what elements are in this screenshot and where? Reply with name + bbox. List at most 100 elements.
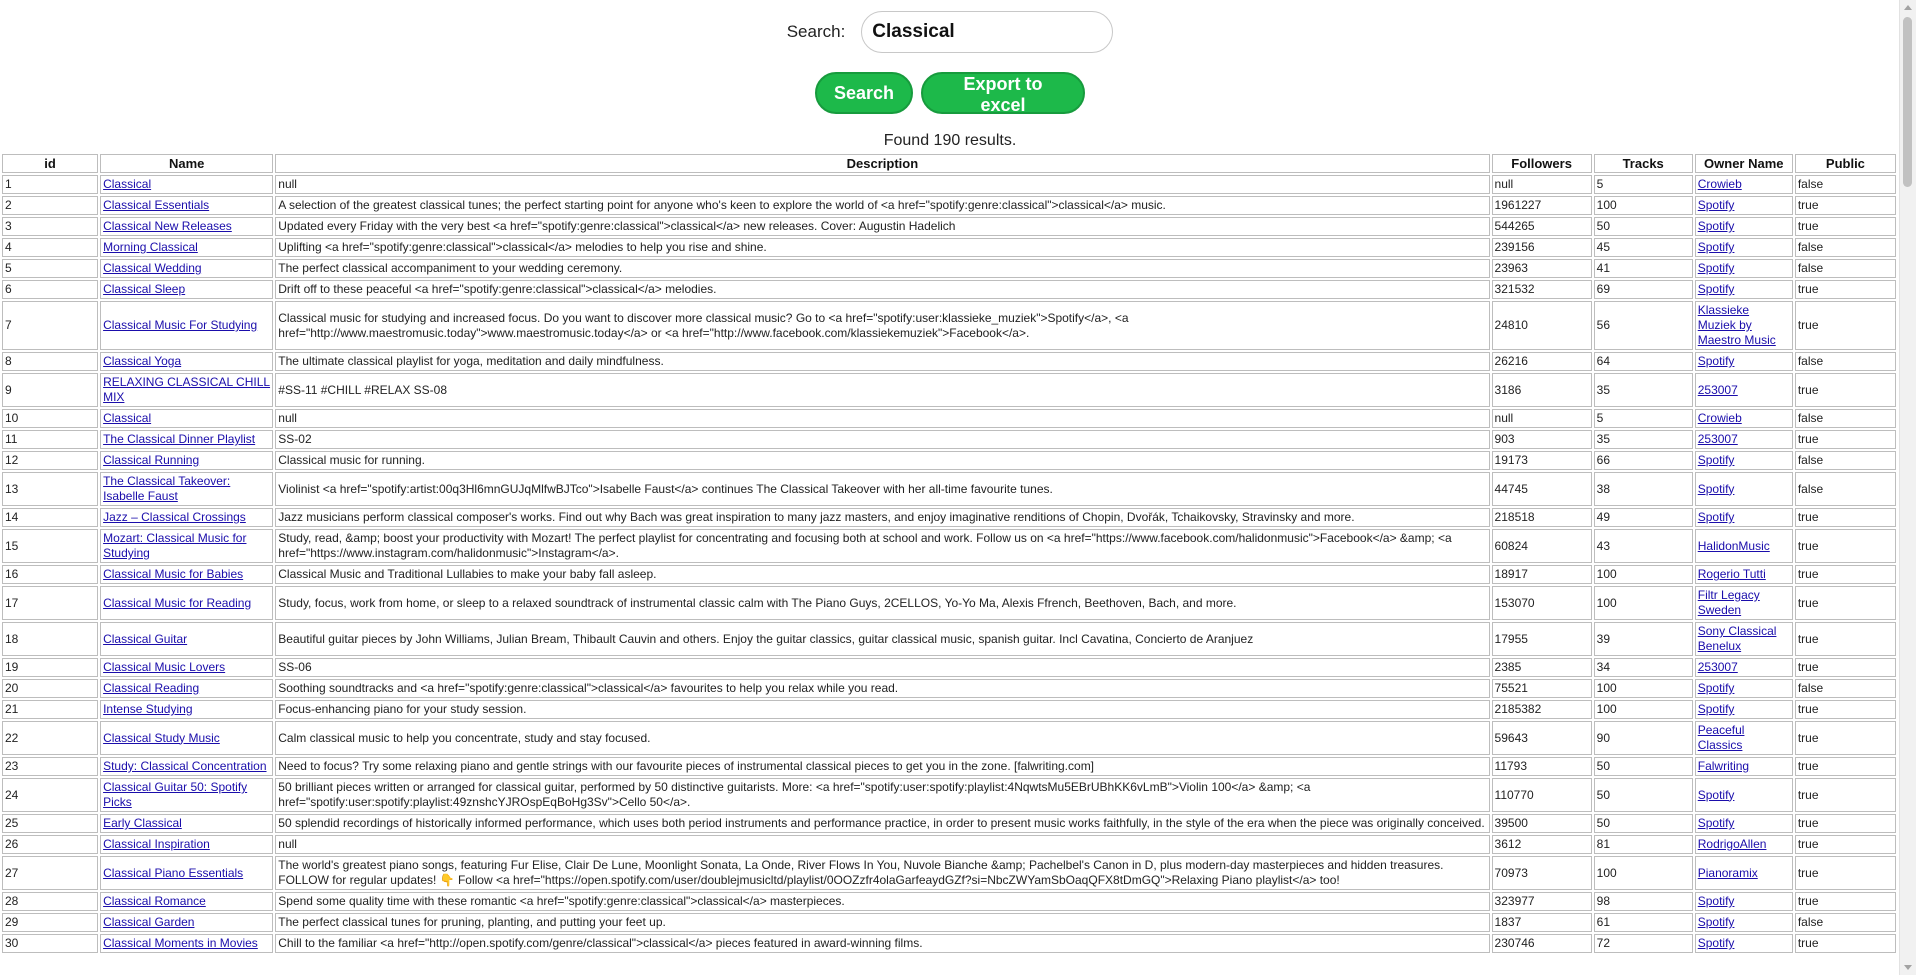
cell-id: 20 (2, 679, 99, 698)
owner-name-link[interactable]: Crowieb (1698, 177, 1742, 191)
owner-name-link[interactable]: Klassieke Muziek by Maestro Music (1698, 303, 1776, 347)
owner-name-link[interactable]: Filtr Legacy Sweden (1698, 588, 1760, 617)
playlist-name-link[interactable]: Classical Study Music (103, 731, 220, 745)
owner-name-link[interactable]: Spotify (1698, 681, 1735, 695)
playlist-name-link[interactable]: Study: Classical Concentration (103, 759, 266, 773)
cell-public: true (1794, 700, 1896, 719)
playlist-name-link[interactable]: Classical Wedding (103, 261, 202, 275)
table-row: 29 Classical Garden The perfect classical … (2, 913, 1896, 932)
playlist-name-link[interactable]: Classical Inspiration (103, 837, 210, 851)
cell-description: Study, focus, work from home, or sleep t… (275, 586, 1490, 620)
search-input[interactable] (861, 11, 1114, 53)
cell-id: 3 (2, 217, 99, 236)
playlist-name-link[interactable]: Classical New Releases (103, 219, 232, 233)
cell-tracks: 50 (1593, 217, 1693, 236)
search-bar: Search: (0, 11, 1900, 53)
cell-public: true (1794, 196, 1896, 215)
cell-name: RELAXING CLASSICAL CHILL MIX (100, 373, 274, 407)
owner-name-link[interactable]: Spotify (1698, 936, 1735, 950)
playlist-name-link[interactable]: Intense Studying (103, 702, 192, 716)
scroll-thumb[interactable] (1903, 17, 1912, 187)
owner-name-link[interactable]: Spotify (1698, 788, 1735, 802)
playlist-name-link[interactable]: Mozart: Classical Music for Studying (103, 531, 246, 560)
playlist-name-link[interactable]: RELAXING CLASSICAL CHILL MIX (103, 375, 270, 404)
owner-name-link[interactable]: 253007 (1698, 383, 1738, 397)
cell-name: Classical Wedding (100, 259, 274, 278)
header-followers[interactable]: Followers (1491, 154, 1592, 173)
owner-name-link[interactable]: Spotify (1698, 816, 1735, 830)
playlist-name-link[interactable]: Classical Garden (103, 915, 194, 929)
header-id[interactable]: id (2, 154, 99, 173)
playlist-name-link[interactable]: Morning Classical (103, 240, 198, 254)
cell-tracks: 35 (1593, 373, 1693, 407)
owner-name-link[interactable]: Rogerio Tutti (1698, 567, 1766, 581)
playlist-name-link[interactable]: Classical Essentials (103, 198, 209, 212)
owner-name-link[interactable]: Spotify (1698, 219, 1735, 233)
playlist-name-link[interactable]: Classical Running (103, 453, 199, 467)
playlist-name-link[interactable]: Classical Guitar (103, 632, 187, 646)
cell-tracks: 38 (1593, 472, 1693, 506)
scroll-down-icon[interactable] (1904, 965, 1912, 970)
playlist-name-link[interactable]: Early Classical (103, 816, 182, 830)
search-button[interactable]: Search (815, 72, 913, 114)
owner-name-link[interactable]: Spotify (1698, 453, 1735, 467)
owner-name-link[interactable]: 253007 (1698, 432, 1738, 446)
playlist-name-link[interactable]: Classical Moments in Movies (103, 936, 258, 950)
owner-name-link[interactable]: HalidonMusic (1698, 539, 1770, 553)
playlist-name-link[interactable]: Classical Sleep (103, 282, 185, 296)
playlist-name-link[interactable]: Classical (103, 177, 151, 191)
playlist-name-link[interactable]: Classical Music For Studying (103, 318, 257, 332)
header-public[interactable]: Public (1794, 154, 1896, 173)
cell-followers: 230746 (1491, 934, 1592, 953)
cell-id: 26 (2, 835, 99, 854)
owner-name-link[interactable]: Spotify (1698, 261, 1735, 275)
playlist-name-link[interactable]: Classical Piano Essentials (103, 866, 243, 880)
playlist-name-link[interactable]: Jazz – Classical Crossings (103, 510, 246, 524)
owner-name-link[interactable]: Spotify (1698, 198, 1735, 212)
playlist-name-link[interactable]: Classical Romance (103, 894, 206, 908)
vertical-scrollbar[interactable] (1899, 0, 1916, 975)
table-header-row: id Name Description Followers Tracks Own… (2, 154, 1896, 173)
owner-name-link[interactable]: Crowieb (1698, 411, 1742, 425)
playlist-name-link[interactable]: Classical Music for Reading (103, 596, 251, 610)
owner-name-link[interactable]: Spotify (1698, 702, 1735, 716)
scroll-up-icon[interactable] (1904, 5, 1912, 10)
owner-name-link[interactable]: Peaceful Classics (1698, 723, 1745, 752)
header-tracks[interactable]: Tracks (1593, 154, 1693, 173)
playlist-name-link[interactable]: The Classical Dinner Playlist (103, 432, 255, 446)
owner-name-link[interactable]: 253007 (1698, 660, 1738, 674)
cell-owner-name: Crowieb (1694, 175, 1793, 194)
owner-name-link[interactable]: RodrigoAllen (1698, 837, 1767, 851)
owner-name-link[interactable]: Spotify (1698, 354, 1735, 368)
playlist-name-link[interactable]: Classical Guitar 50: Spotify Picks (103, 780, 247, 809)
cell-followers: 218518 (1491, 508, 1592, 527)
playlist-name-link[interactable]: Classical Yoga (103, 354, 181, 368)
cell-name: Classical Music For Studying (100, 301, 274, 350)
owner-name-link[interactable]: Falwriting (1698, 759, 1749, 773)
owner-name-link[interactable]: Spotify (1698, 482, 1735, 496)
playlist-name-link[interactable]: Classical Music Lovers (103, 660, 225, 674)
cell-public: true (1794, 658, 1896, 677)
owner-name-link[interactable]: Spotify (1698, 282, 1735, 296)
owner-name-link[interactable]: Spotify (1698, 510, 1735, 524)
table-row: 19 Classical Music Lovers SS-06 2385 34 25300… (2, 658, 1896, 677)
owner-name-link[interactable]: Spotify (1698, 894, 1735, 908)
playlist-name-link[interactable]: Classical Reading (103, 681, 199, 695)
owner-name-link[interactable]: Pianoramix (1698, 866, 1758, 880)
playlist-name-link[interactable]: Classical (103, 411, 151, 425)
cell-description: SS-02 (275, 430, 1490, 449)
cell-description: SS-06 (275, 658, 1490, 677)
export-excel-button[interactable]: Export to excel (921, 72, 1085, 115)
cell-id: 11 (2, 430, 99, 449)
header-name[interactable]: Name (100, 154, 274, 173)
playlist-name-link[interactable]: Classical Music for Babies (103, 567, 243, 581)
header-owner-name[interactable]: Owner Name (1694, 154, 1793, 173)
table-row: 28 Classical Romance Spend some quality ti… (2, 892, 1896, 911)
header-description[interactable]: Description (275, 154, 1490, 173)
owner-name-link[interactable]: Spotify (1698, 240, 1735, 254)
cell-owner-name: Spotify (1694, 934, 1793, 953)
playlist-name-link[interactable]: The Classical Takeover: Isabelle Faust (103, 474, 230, 503)
owner-name-link[interactable]: Sony Classical Benelux (1698, 624, 1777, 653)
cell-tracks: 45 (1593, 238, 1693, 257)
owner-name-link[interactable]: Spotify (1698, 915, 1735, 929)
